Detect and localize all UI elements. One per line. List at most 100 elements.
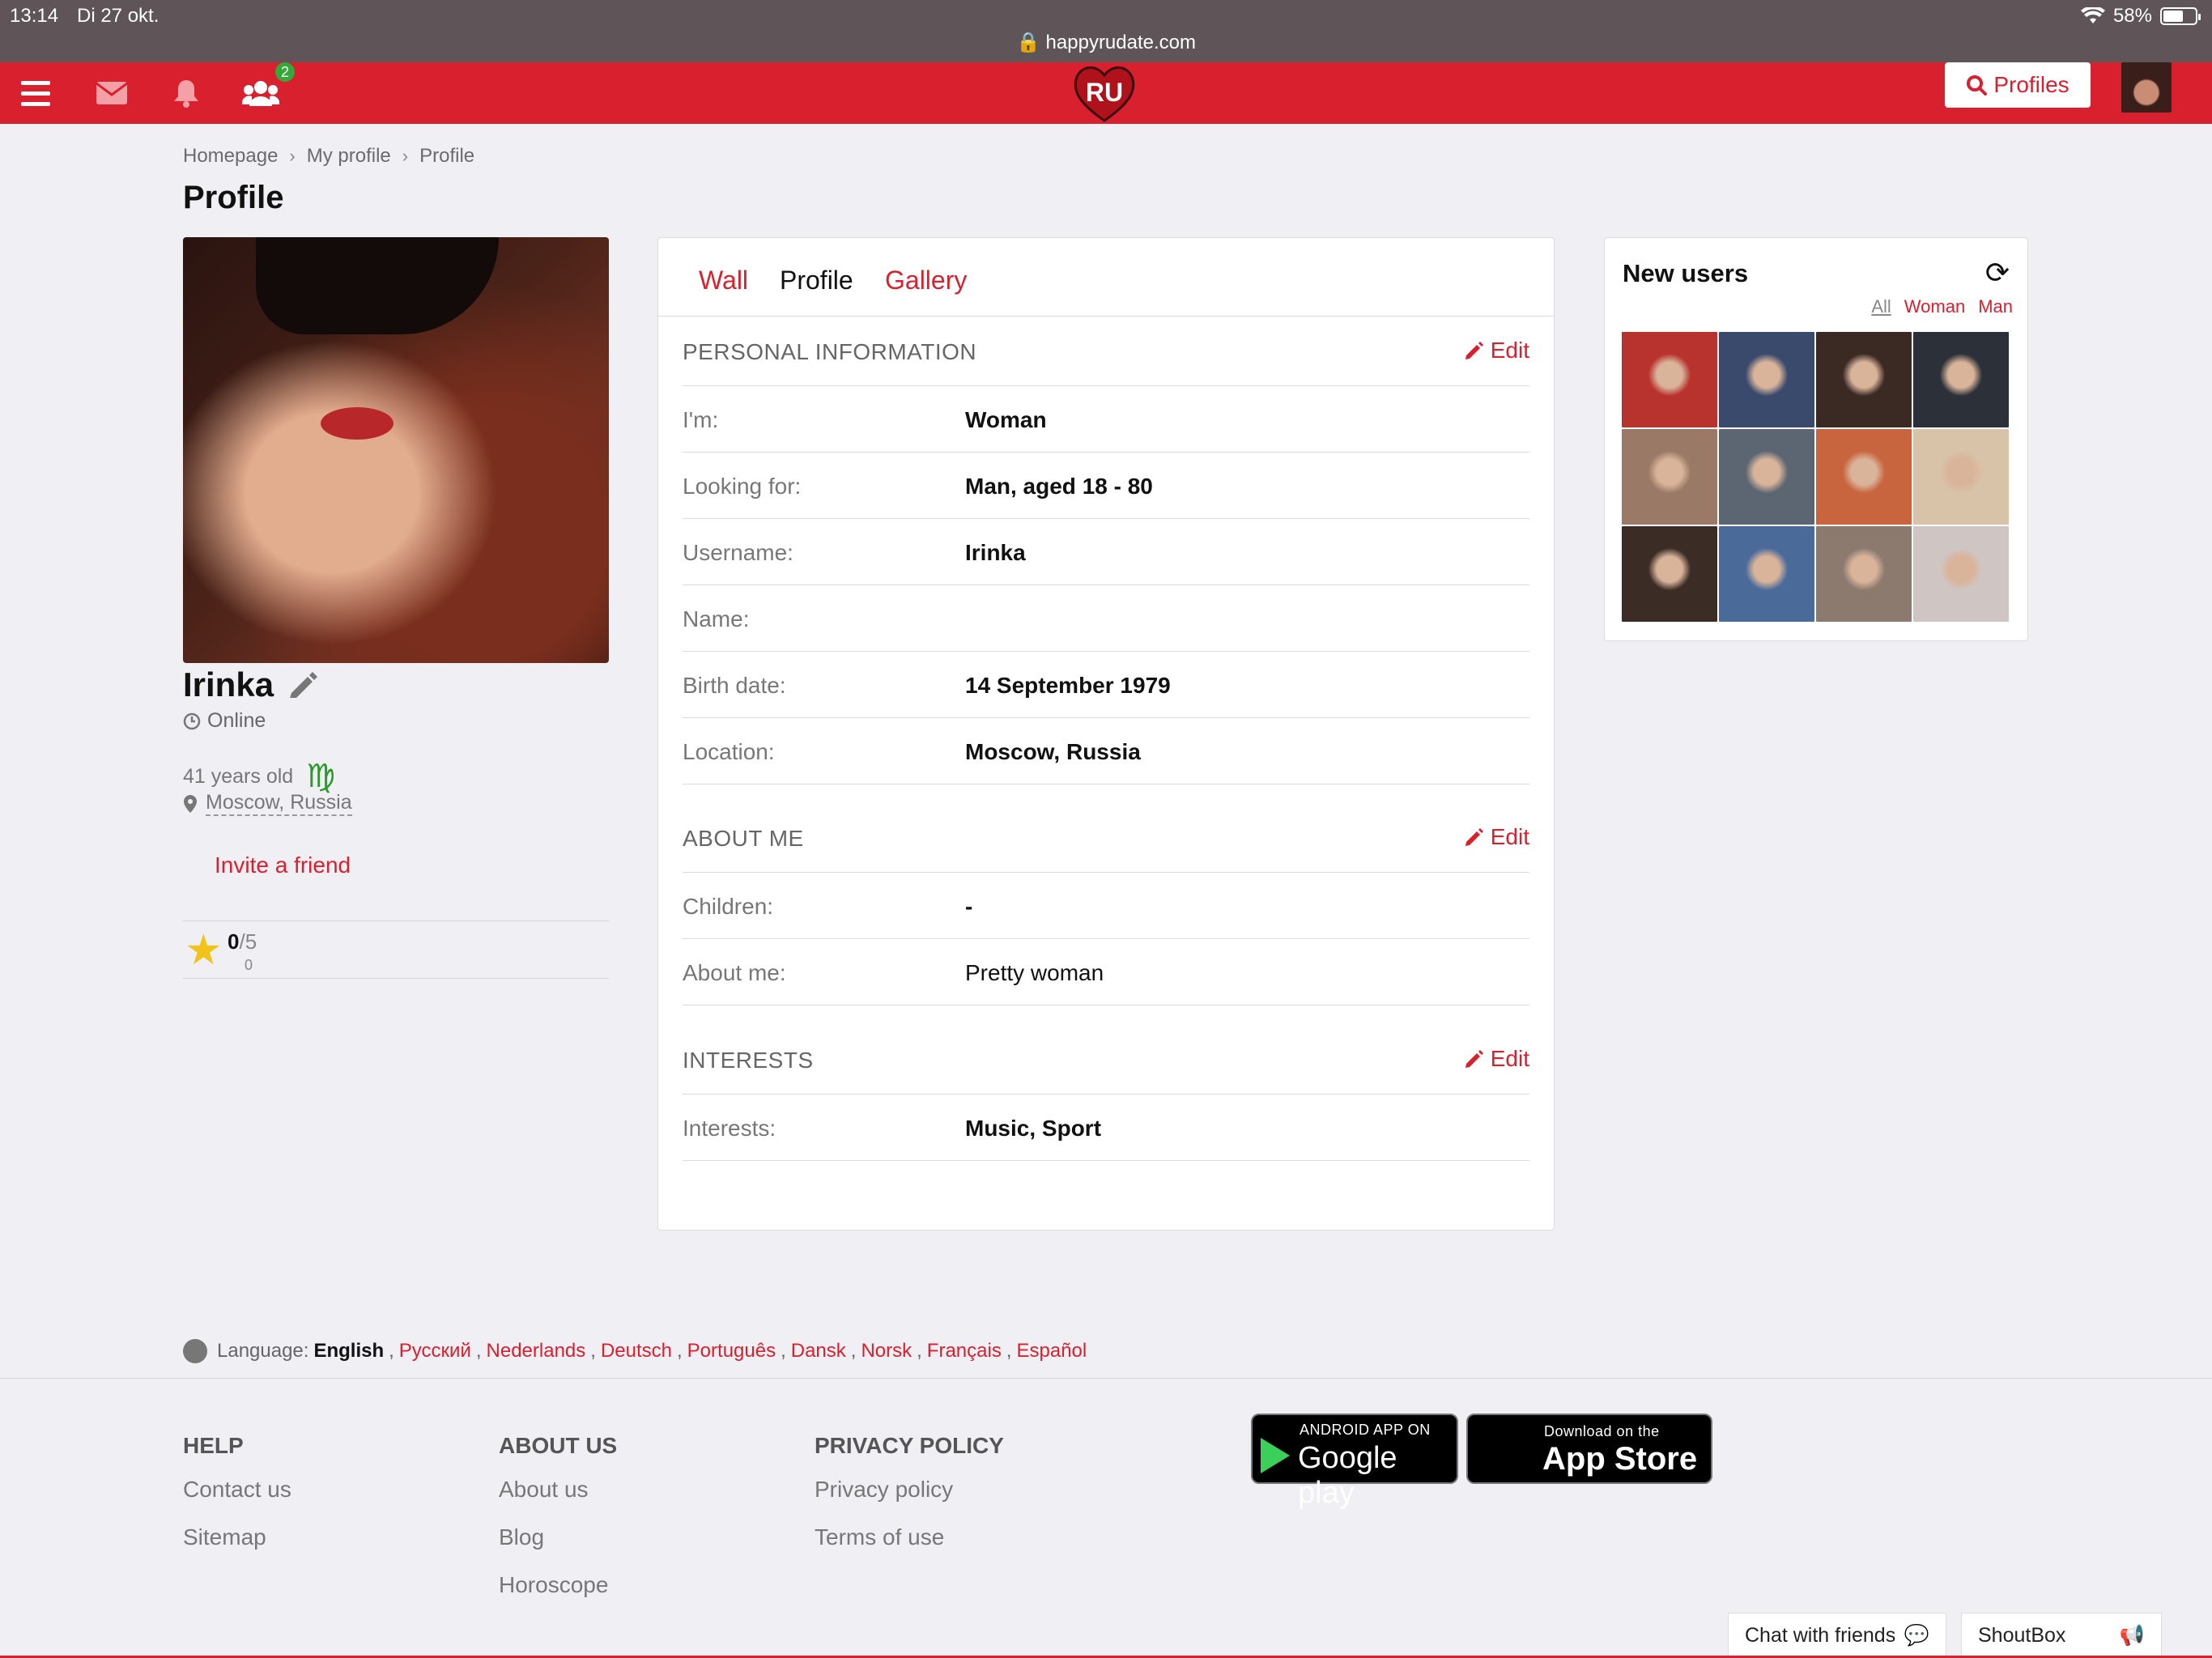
language-option[interactable]: Dansk <box>791 1340 846 1363</box>
online-status-text: Online <box>207 709 266 732</box>
breadcrumb-my-profile[interactable]: My profile <box>307 145 391 168</box>
search-icon <box>1967 75 1988 96</box>
language-bar: Language: English, Русский, Nederlands, … <box>183 1339 1087 1363</box>
interests-header: INTERESTS Edit <box>683 1025 1529 1095</box>
edit-interests-button[interactable]: Edit <box>1465 1046 1529 1072</box>
notification-bell-icon[interactable] <box>168 74 204 113</box>
about-me-label: ABOUT ME <box>683 826 804 851</box>
chevron-right-icon: › <box>289 146 296 166</box>
menu-icon[interactable] <box>19 74 52 113</box>
new-users-grid <box>1622 332 2010 622</box>
new-user-thumbnail[interactable] <box>1622 332 1717 427</box>
breadcrumb-profile: Profile <box>419 145 475 167</box>
language-option[interactable]: Deutsch <box>601 1340 672 1363</box>
new-user-thumbnail[interactable] <box>1719 526 1814 622</box>
about-me-header: ABOUT ME Edit <box>683 803 1529 873</box>
footer-link-blog[interactable]: Blog <box>499 1524 617 1550</box>
new-user-thumbnail[interactable] <box>1913 332 2009 427</box>
filter-woman[interactable]: Woman <box>1904 296 1965 317</box>
friends-icon[interactable] <box>241 74 280 113</box>
footer-link-horoscope[interactable]: Horoscope <box>499 1572 617 1598</box>
tab-gallery[interactable]: Gallery <box>885 266 967 295</box>
language-option[interactable]: Español <box>1017 1340 1087 1363</box>
info-row-im: I'm: Woman <box>683 386 1529 453</box>
footer-link-contact[interactable]: Contact us <box>183 1477 291 1503</box>
info-row-interests: Interests: Music, Sport <box>683 1095 1529 1161</box>
rating-score: 0/5 <box>228 929 257 954</box>
new-user-thumbnail[interactable] <box>1622 526 1717 622</box>
app-store-badge[interactable]: Download on the App Store <box>1466 1414 1712 1484</box>
new-user-thumbnail[interactable] <box>1719 332 1814 427</box>
map-pin-icon <box>184 794 197 813</box>
profiles-label: Profiles <box>1993 72 2069 97</box>
location-text: Moscow, Russia <box>206 791 352 816</box>
refresh-icon[interactable]: ⟳ <box>1985 256 2010 290</box>
tab-profile[interactable]: Profile <box>780 266 853 295</box>
chat-bubble-icon: 💬 <box>1904 1624 1929 1647</box>
language-option[interactable]: Nederlands <box>487 1340 586 1363</box>
rating-count: 0 <box>245 957 253 973</box>
age-text: 41 years old <box>183 764 294 788</box>
new-users-panel: New users ⟳ All Woman Man <box>1604 237 2028 641</box>
url-text: happyrudate.com <box>1045 32 1196 53</box>
language-option[interactable]: Русский <box>399 1340 471 1363</box>
battery-icon <box>2160 7 2201 25</box>
tab-wall[interactable]: Wall <box>699 266 748 295</box>
invite-friend-link[interactable]: Invite a friend <box>215 852 351 878</box>
info-row-looking-for: Looking for: Man, aged 18 - 80 <box>683 453 1529 519</box>
pencil-icon[interactable] <box>288 670 318 699</box>
rating-box: ★ 0/5 0 <box>183 920 609 979</box>
filter-all[interactable]: All <box>1871 296 1891 317</box>
mail-icon[interactable] <box>94 74 130 113</box>
globe-icon <box>183 1339 207 1363</box>
language-option[interactable]: Português <box>687 1340 776 1363</box>
language-label: Language: <box>217 1340 309 1362</box>
new-user-thumbnail[interactable] <box>1622 429 1717 525</box>
profiles-search-button[interactable]: Profiles <box>1945 62 2091 108</box>
footer-link-sitemap[interactable]: Sitemap <box>183 1524 291 1550</box>
chevron-right-icon: › <box>402 146 409 166</box>
profile-name-text: Irinka <box>183 665 274 704</box>
language-current[interactable]: English <box>313 1340 384 1363</box>
footer-help: HELP Contact us Sitemap <box>183 1433 291 1572</box>
footer-link-about[interactable]: About us <box>499 1477 617 1503</box>
profile-photo[interactable] <box>183 237 609 663</box>
online-status: Online <box>183 709 266 733</box>
site-logo[interactable]: RU <box>1070 62 1138 124</box>
new-user-thumbnail[interactable] <box>1816 526 1912 622</box>
breadcrumb: Homepage › My profile › Profile <box>183 145 474 168</box>
location-row[interactable]: Moscow, Russia <box>183 791 352 816</box>
footer-privacy-title: PRIVACY POLICY <box>815 1433 1004 1458</box>
info-row-birth-date: Birth date: 14 September 1979 <box>683 652 1529 718</box>
new-users-filters: All Woman Man <box>1871 296 2013 317</box>
google-play-badge[interactable]: ANDROID APP ON Google play <box>1251 1414 1458 1510</box>
address-bar[interactable]: 🔒 happyrudate.com <box>0 31 2212 54</box>
footer-about: ABOUT US About us Blog Horoscope <box>499 1433 617 1620</box>
language-option[interactable]: Norsk <box>861 1340 912 1363</box>
footer-privacy: PRIVACY POLICY Privacy policy Terms of u… <box>815 1433 1004 1572</box>
footer-link-terms[interactable]: Terms of use <box>815 1524 1004 1550</box>
edit-personal-button[interactable]: Edit <box>1465 338 1529 363</box>
lock-icon: 🔒 <box>1015 32 1040 53</box>
footer-link-privacy[interactable]: Privacy policy <box>815 1477 1004 1503</box>
personal-info-header: PERSONAL INFORMATION Edit <box>683 317 1529 386</box>
new-user-thumbnail[interactable] <box>1816 429 1912 525</box>
new-user-thumbnail[interactable] <box>1913 526 2009 622</box>
info-row-about-me: About me: Pretty woman <box>683 939 1529 1005</box>
user-avatar[interactable] <box>2121 62 2172 113</box>
new-user-thumbnail[interactable] <box>1913 429 2009 525</box>
breadcrumb-homepage[interactable]: Homepage <box>183 145 278 168</box>
new-user-thumbnail[interactable] <box>1816 332 1912 427</box>
shoutbox-tab[interactable]: ShoutBox 📢 <box>1961 1613 2162 1658</box>
virgo-zodiac-icon: ♍ <box>306 759 336 794</box>
edit-about-button[interactable]: Edit <box>1465 824 1529 850</box>
language-option[interactable]: Français <box>927 1340 1002 1363</box>
new-users-title: New users <box>1623 259 1749 287</box>
filter-man[interactable]: Man <box>1978 296 2013 317</box>
profile-name: Irinka <box>183 665 318 704</box>
profile-card: Wall Profile Gallery PERSONAL INFORMATIO… <box>657 237 1555 1231</box>
new-user-thumbnail[interactable] <box>1719 429 1814 525</box>
wifi-icon <box>2080 7 2105 23</box>
chat-with-friends-tab[interactable]: Chat with friends 💬 <box>1728 1613 1946 1658</box>
star-icon[interactable]: ★ <box>185 926 223 975</box>
